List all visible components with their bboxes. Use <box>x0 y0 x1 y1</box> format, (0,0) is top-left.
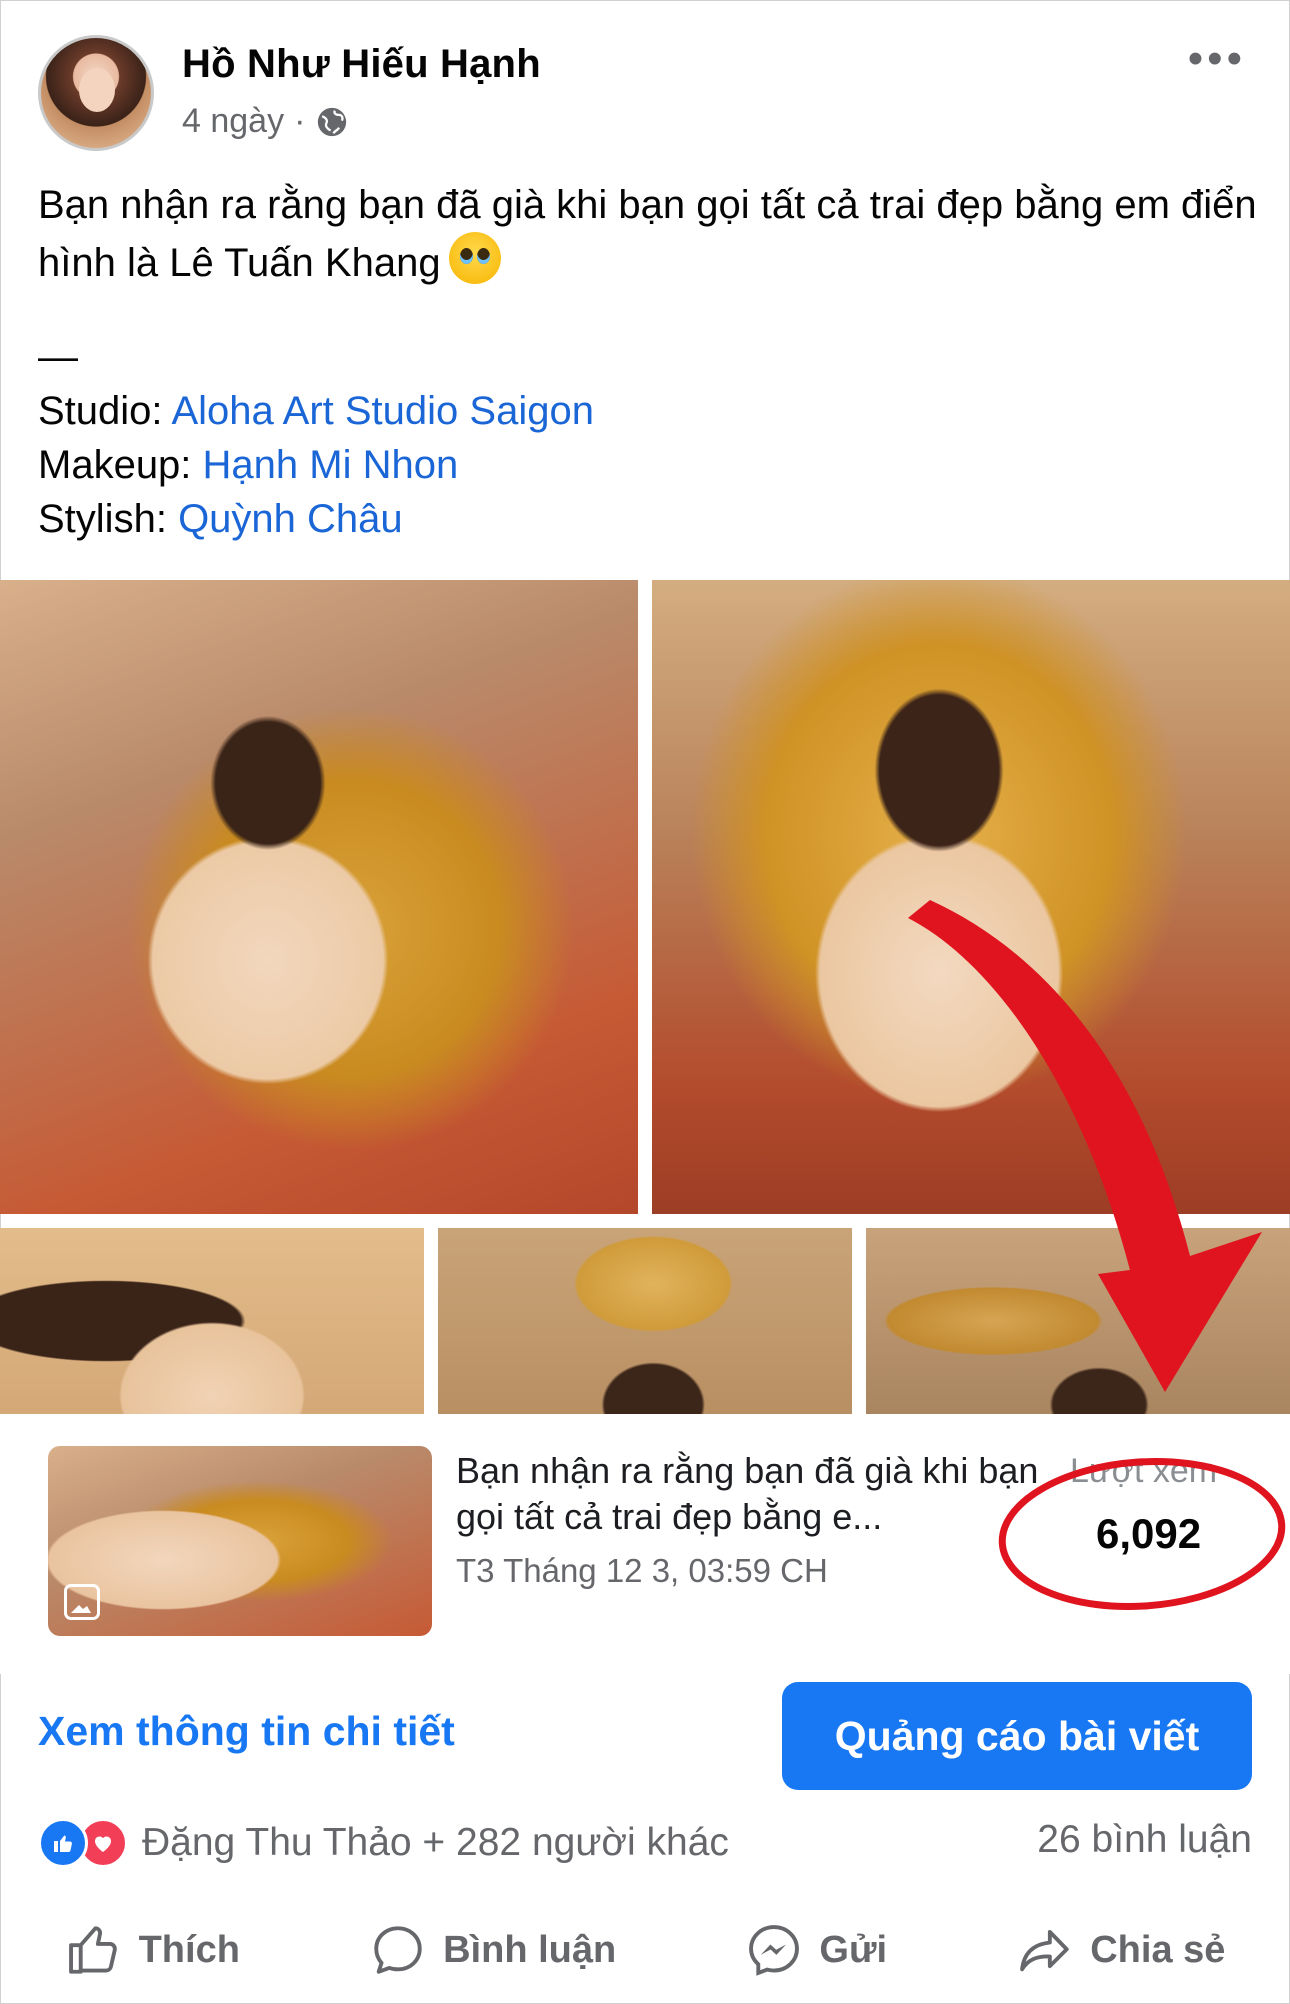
messenger-icon <box>749 1925 800 1976</box>
divider-dash: — <box>38 335 78 379</box>
send-button[interactable]: Gửi <box>745 1921 887 1979</box>
photo-icon <box>64 1584 100 1620</box>
reactions-summary[interactable]: Đặng Thu Thảo + 282 người khác <box>38 1818 729 1868</box>
meta-separator: · <box>294 102 306 140</box>
globe-icon <box>318 107 347 136</box>
post-action-bar: Thích Bình luận Gửi Chia sẻ <box>0 1910 1290 1990</box>
share-icon <box>1020 1929 1069 1972</box>
credit-makeup: Makeup: Hạnh Mi Nhon <box>38 438 1258 492</box>
post-body: Bạn nhận ra rằng bạn đã già khi bạn gọi … <box>38 183 1257 285</box>
send-label: Gửi <box>819 1928 888 1971</box>
post-photo-5[interactable] <box>866 1228 1290 1414</box>
boost-post-button[interactable]: Quảng cáo bài viết <box>782 1682 1252 1790</box>
insights-thumbnail[interactable] <box>48 1446 432 1636</box>
stylish-link[interactable]: Quỳnh Châu <box>178 497 403 541</box>
reactions-text: Đặng Thu Thảo + 282 người khác <box>142 1821 729 1864</box>
share-label: Chia sẻ <box>1090 1928 1226 1971</box>
comment-button[interactable]: Bình luận <box>369 1921 616 1979</box>
like-button[interactable]: Thích <box>65 1921 240 1979</box>
insights-title: Bạn nhận ra rằng bạn đã già khi bạn gọi … <box>456 1450 1039 1537</box>
credit-studio: Studio: Aloha Art Studio Saigon <box>38 384 1258 438</box>
share-button[interactable]: Chia sẻ <box>1016 1921 1225 1979</box>
makeup-link[interactable]: Hạnh Mi Nhon <box>203 443 459 487</box>
credit-label: Studio: <box>38 389 163 433</box>
credit-label: Makeup: <box>38 443 192 487</box>
post-time[interactable]: 4 ngày <box>182 102 284 141</box>
comment-label: Bình luận <box>443 1928 617 1971</box>
post-text: Bạn nhận ra rằng bạn đã già khi bạn gọi … <box>38 178 1258 546</box>
credit-stylish: Stylish: Quỳnh Châu <box>38 492 1258 546</box>
pleading-face-emoji <box>448 232 501 284</box>
views-count: 6,092 <box>1096 1510 1202 1557</box>
studio-link[interactable]: Aloha Art Studio Saigon <box>171 389 594 433</box>
post-photo-2[interactable] <box>652 580 1290 1214</box>
credit-label: Stylish: <box>38 497 167 541</box>
post-photo-4[interactable] <box>438 1228 852 1414</box>
comments-count[interactable]: 26 bình luận <box>1037 1818 1252 1862</box>
insights-text: Bạn nhận ra rằng bạn đã già khi bạn gọi … <box>456 1448 1056 1594</box>
views-label: Lượt xem <box>1070 1452 1218 1490</box>
author-name[interactable]: Hồ Như Hiếu Hạnh <box>182 42 541 87</box>
like-reaction-icon <box>38 1818 88 1868</box>
post-meta: 4 ngày · <box>182 102 349 141</box>
insights-date: T3 Tháng 12 3, 03:59 CH <box>456 1552 828 1589</box>
more-options-icon[interactable]: ••• <box>1188 37 1246 81</box>
view-details-link[interactable]: Xem thông tin chi tiết <box>38 1708 455 1755</box>
post-photo-3[interactable] <box>0 1228 424 1414</box>
comment-icon <box>374 1926 422 1974</box>
thumbs-up-icon <box>68 1926 117 1974</box>
author-avatar[interactable] <box>38 35 154 151</box>
like-label: Thích <box>138 1928 240 1971</box>
post-photo-1[interactable] <box>0 580 638 1214</box>
